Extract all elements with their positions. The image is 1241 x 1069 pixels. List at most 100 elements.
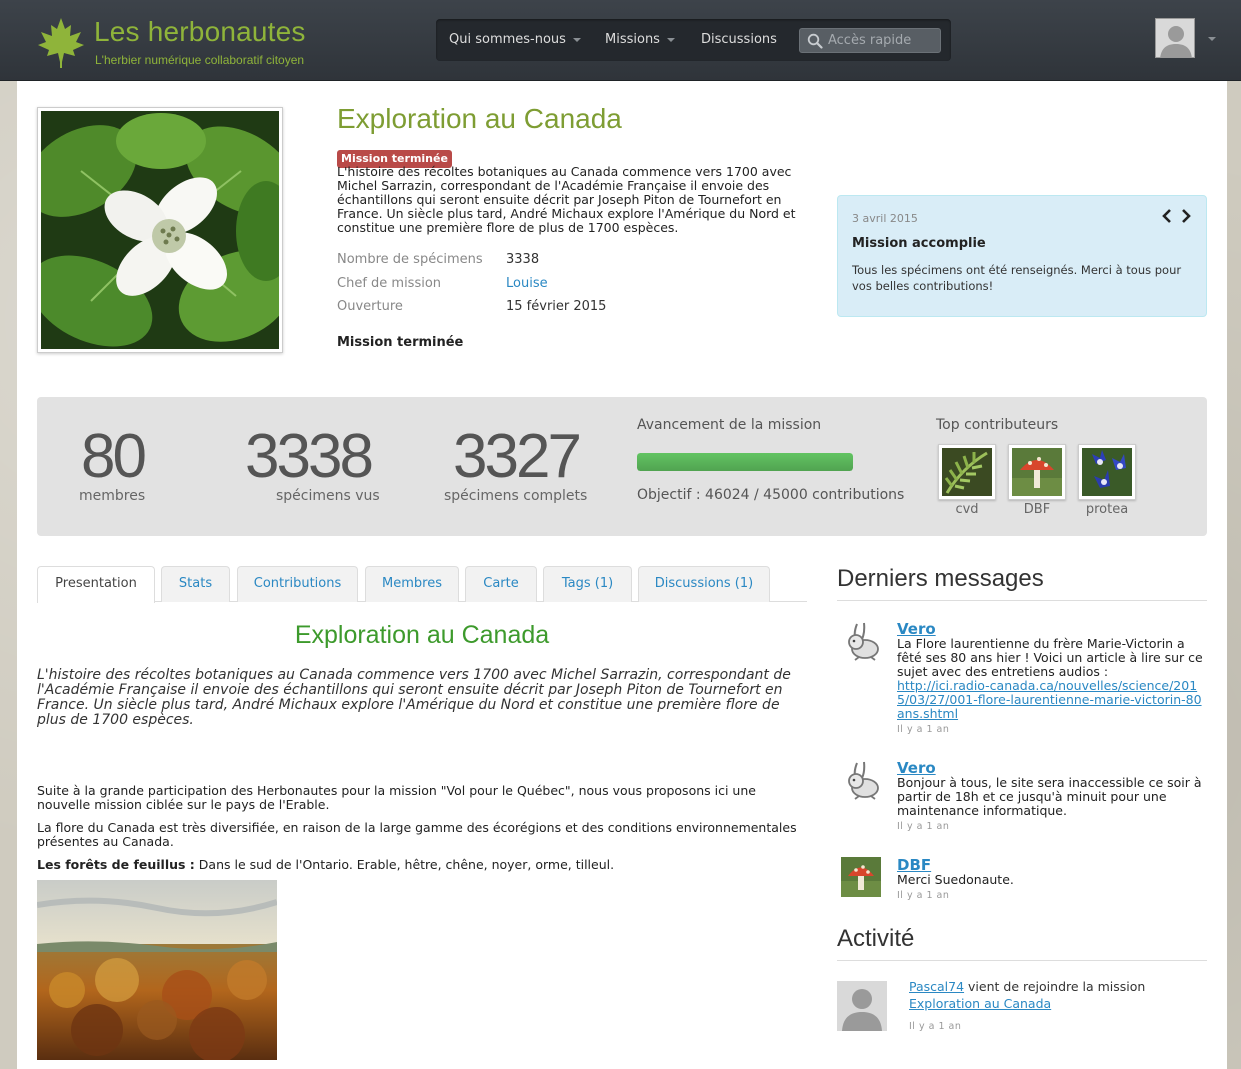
meta-value-specimens: 3338 [506, 252, 540, 267]
activity-user-link[interactable]: Pascal74 [909, 979, 964, 994]
message-body: La Flore laurentienne du frère Marie-Vic… [897, 636, 1203, 679]
tab-carte[interactable]: Carte [465, 566, 537, 602]
message-text: Bonjour à tous, le site sera inaccessibl… [897, 775, 1202, 818]
default-user-icon [1156, 19, 1194, 57]
mission-photo [37, 107, 283, 353]
mission-progress-bar [637, 453, 853, 471]
specimens-complete-count: 3327 [453, 422, 582, 491]
forest-heading: Les forêts de feuillus : [37, 857, 195, 872]
meta-label-specimens: Nombre de spécimens [337, 252, 483, 267]
meta-value-leader: Louise [506, 276, 548, 291]
content-paragraph: La flore du Canada est très diversifiée,… [37, 820, 797, 849]
message-link[interactable]: http://ici.radio-canada.ca/nouvelles/sci… [897, 678, 1202, 721]
activity-heading: Activité [837, 925, 915, 952]
contributor-name: cvd [955, 502, 979, 517]
progress-goal: Objectif : 46024 / 45000 contributions [637, 487, 905, 503]
quick-search-input[interactable] [828, 30, 936, 51]
search-icon [807, 33, 823, 49]
news-box: 3 avril 2015 Mission accomplie Tous les … [837, 195, 1207, 317]
mission-status-text: Mission terminée [337, 335, 464, 350]
tab-tags[interactable]: Tags (1) [543, 566, 632, 602]
mushroom-image [1012, 448, 1062, 496]
content-title: Exploration au Canada [294, 621, 550, 649]
brand-tagline: L'herbier numérique collaboratif citoyen [95, 53, 305, 67]
top-contributor[interactable]: protea [1078, 444, 1136, 517]
rabbit-avatar-icon[interactable] [841, 620, 883, 662]
content-paragraph: Les forêts de feuillus : Dans le sud de … [37, 858, 809, 872]
message-text: Merci Suedonaute. [897, 872, 1014, 887]
specimens-seen-label: spécimens vus [276, 488, 380, 504]
news-body: Tous les spécimens ont été renseignés. M… [852, 263, 1182, 293]
autumn-forest-image [37, 880, 277, 1060]
message-text: La Flore laurentienne du frère Marie-Vic… [897, 637, 1209, 721]
default-user-icon [837, 981, 887, 1031]
specimens-seen-count: 3338 [245, 422, 374, 491]
quick-search [799, 28, 941, 53]
tab-discussions[interactable]: Discussions (1) [638, 566, 770, 602]
activity-time: Il y a 1 an [909, 1021, 962, 1032]
main-panel: Exploration au Canada Mission terminée L… [17, 81, 1227, 1069]
specimens-complete-label: spécimens complets [444, 488, 588, 504]
contributor-avatar [1008, 444, 1066, 500]
progress-title: Avancement de la mission [637, 417, 822, 433]
caret-down-icon [666, 37, 675, 42]
mission-intro: L'histoire des récoltes botaniques au Ca… [337, 164, 796, 235]
contributor-name: protea [1085, 502, 1129, 517]
nav-missions[interactable]: Missions [605, 19, 675, 61]
main-navigation: Qui sommes-nous Missions Discussions [436, 19, 951, 61]
top-contributors-title: Top contributeurs [936, 417, 1059, 433]
caret-down-icon [572, 37, 581, 42]
meta-label-opening: Ouverture [337, 299, 403, 314]
message-time: Il y a 1 an [897, 724, 950, 735]
chevron-right-icon[interactable] [1178, 208, 1194, 224]
tab-membres[interactable]: Membres [365, 566, 459, 602]
nav-qui-sommes-nous[interactable]: Qui sommes-nous [449, 19, 581, 61]
nav-label: Discussions [701, 32, 777, 47]
divider [837, 960, 1207, 961]
activity-text: Pascal74 vient de rejoindre la mission E… [909, 978, 1209, 1012]
top-navbar: Les herbonautes L'herbier numérique coll… [0, 0, 1241, 81]
stats-band: 80 membres 3338 spécimens vus 3327 spéci… [37, 397, 1207, 536]
gentian-flower-image [1082, 448, 1132, 496]
chevron-left-icon[interactable] [1159, 208, 1175, 224]
contributor-avatar [938, 444, 996, 500]
brand-title: Les herbonautes [94, 16, 306, 47]
activity-user-avatar[interactable] [837, 981, 887, 1031]
brand[interactable]: Les herbonautes L'herbier numérique coll… [36, 14, 336, 70]
tab-presentation[interactable]: Presentation [37, 566, 155, 603]
mission-tabs: Presentation Stats Contributions Membres… [37, 566, 807, 603]
members-label: membres [79, 488, 146, 504]
bunchberry-flower-image [41, 111, 279, 349]
content-intro: L'histoire des récoltes botaniques au Ca… [37, 667, 791, 728]
contributor-name: DBF [1023, 502, 1051, 517]
contributor-avatar [1078, 444, 1136, 500]
tab-stats[interactable]: Stats [161, 566, 230, 602]
rabbit-avatar-icon[interactable] [841, 759, 883, 801]
meta-value-opening: 15 février 2015 [506, 299, 607, 314]
top-contributor[interactable]: DBF [1008, 444, 1066, 517]
activity-mission-link[interactable]: Exploration au Canada [909, 996, 1051, 1011]
user-avatar[interactable] [1155, 18, 1195, 58]
message-time: Il y a 1 an [897, 890, 950, 901]
mushroom-avatar-icon[interactable] [841, 857, 881, 897]
user-menu-caret-icon[interactable] [1208, 37, 1216, 41]
nav-discussions[interactable]: Discussions [701, 19, 777, 61]
forest-text: Dans le sud de l'Ontario. Erable, hêtre,… [194, 857, 615, 872]
meta-label-leader: Chef de mission [337, 276, 442, 291]
mission-leader-link[interactable]: Louise [506, 276, 548, 291]
members-count: 80 [81, 422, 147, 491]
progress-fill [637, 453, 853, 471]
top-contributor[interactable]: cvd [938, 444, 996, 517]
messages-heading: Derniers messages [837, 565, 1044, 592]
maple-leaf-logo-icon [38, 18, 84, 68]
nav-label: Qui sommes-nous [449, 32, 566, 47]
forest-photo [37, 880, 277, 1060]
news-title: Mission accomplie [852, 236, 986, 251]
mission-title: Exploration au Canada [337, 103, 622, 134]
activity-verb: vient de rejoindre la mission [964, 979, 1146, 994]
content-paragraph: Suite à la grande participation des Herb… [37, 783, 756, 812]
divider [837, 600, 1207, 601]
fern-image [942, 448, 992, 496]
news-date: 3 avril 2015 [852, 212, 918, 225]
tab-contributions[interactable]: Contributions [237, 566, 358, 602]
